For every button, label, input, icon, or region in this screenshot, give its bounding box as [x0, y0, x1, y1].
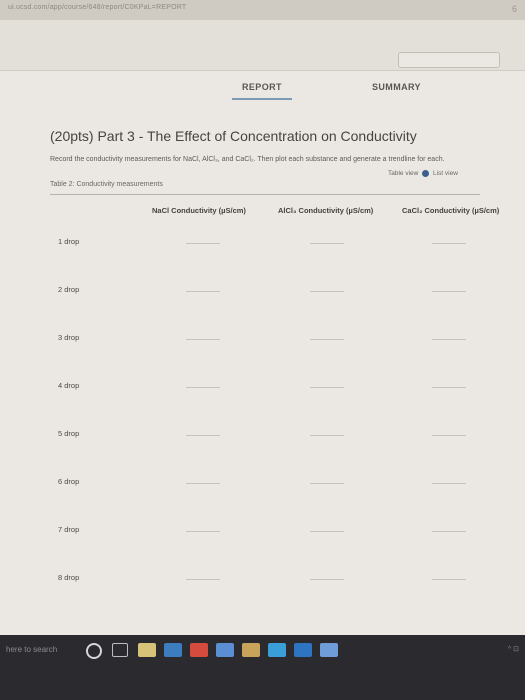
- measurement-input[interactable]: [186, 483, 220, 484]
- measurement-input[interactable]: [186, 435, 220, 436]
- measurement-input[interactable]: [432, 291, 466, 292]
- measurement-input[interactable]: [310, 435, 344, 436]
- row-label: 4 drop: [58, 381, 80, 390]
- measurement-input[interactable]: [432, 483, 466, 484]
- column-header-nacl: NaCl Conductivity (µS/cm): [152, 206, 246, 215]
- report-nav: [0, 20, 525, 71]
- measurement-input[interactable]: [310, 339, 344, 340]
- row-label: 1 drop: [58, 237, 80, 246]
- section-instructions: Record the conductivity measurements for…: [50, 156, 445, 163]
- table-view-label[interactable]: Table view: [388, 170, 418, 177]
- chrome-icon[interactable]: [190, 643, 208, 657]
- view-toggle[interactable]: Table view List view: [388, 170, 458, 177]
- measurement-input[interactable]: [432, 387, 466, 388]
- measurement-input[interactable]: [186, 531, 220, 532]
- measurement-input[interactable]: [186, 291, 220, 292]
- mail-icon[interactable]: [216, 643, 234, 657]
- windows-taskbar: here to search ^ ⊡: [0, 635, 525, 700]
- tab-summary[interactable]: SUMMARY: [372, 82, 421, 92]
- tab-report[interactable]: REPORT: [242, 82, 282, 92]
- toggle-switch-icon[interactable]: [422, 170, 430, 177]
- browser-address-bar[interactable]: ui.ucsd.com/app/course/648/report/C0KPaL…: [0, 0, 525, 21]
- column-header-cacl2: CaCl₂ Conductivity (µS/cm): [402, 206, 500, 215]
- measurement-input[interactable]: [310, 483, 344, 484]
- measurement-input[interactable]: [310, 531, 344, 532]
- measurement-input[interactable]: [432, 435, 466, 436]
- table-caption: Table 2: Conductivity measurements: [50, 181, 163, 188]
- task-view-icon[interactable]: [112, 643, 128, 657]
- store-icon[interactable]: [164, 643, 182, 657]
- measurement-input[interactable]: [186, 243, 220, 244]
- column-header-alcl3: AlCl₃ Conductivity (µS/cm): [278, 206, 374, 215]
- file-explorer-icon[interactable]: [138, 643, 156, 657]
- measurement-input[interactable]: [310, 387, 344, 388]
- section-title: (20pts) Part 3 - The Effect of Concentra…: [50, 128, 417, 144]
- system-tray[interactable]: ^ ⊡: [508, 645, 519, 653]
- row-label: 2 drop: [58, 285, 80, 294]
- measurement-input[interactable]: [310, 243, 344, 244]
- nav-input-box[interactable]: [398, 52, 500, 68]
- measurement-input[interactable]: [432, 579, 466, 580]
- report-page: REPORT SUMMARY (20pts) Part 3 - The Effe…: [0, 20, 525, 635]
- browser-extension-icon[interactable]: 6: [512, 4, 517, 14]
- row-label: 5 drop: [58, 429, 80, 438]
- url-text[interactable]: ui.ucsd.com/app/course/648/report/C0KPaL…: [8, 4, 186, 11]
- taskbar-search[interactable]: here to search: [6, 645, 57, 654]
- edge-icon[interactable]: [268, 643, 286, 657]
- app-icon[interactable]: [320, 643, 338, 657]
- word-icon[interactable]: [294, 643, 312, 657]
- row-label: 7 drop: [58, 525, 80, 534]
- measurement-input[interactable]: [186, 339, 220, 340]
- measurement-input[interactable]: [310, 579, 344, 580]
- measurement-input[interactable]: [432, 339, 466, 340]
- row-label: 3 drop: [58, 333, 80, 342]
- measurement-input[interactable]: [186, 387, 220, 388]
- photos-icon[interactable]: [242, 643, 260, 657]
- row-label: 8 drop: [58, 573, 80, 582]
- measurement-input[interactable]: [432, 531, 466, 532]
- active-tab-indicator: [232, 98, 292, 100]
- measurement-input[interactable]: [186, 579, 220, 580]
- measurement-input[interactable]: [432, 243, 466, 244]
- measurement-input[interactable]: [310, 291, 344, 292]
- cortana-icon[interactable]: [86, 643, 102, 659]
- list-view-label[interactable]: List view: [433, 170, 458, 177]
- table-top-rule: [50, 194, 480, 195]
- row-label: 6 drop: [58, 477, 80, 486]
